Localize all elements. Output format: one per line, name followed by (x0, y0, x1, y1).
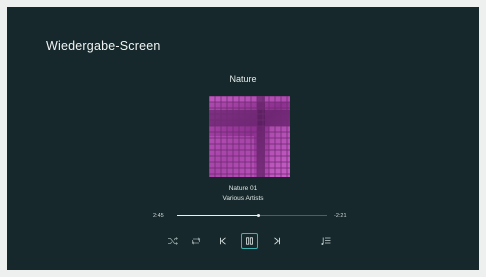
remaining-time: -2:21 (334, 213, 347, 219)
track-artist: Various Artists (222, 195, 264, 202)
queue-button[interactable] (318, 233, 334, 249)
shuffle-icon (168, 237, 178, 245)
shuffle-button[interactable] (165, 233, 181, 249)
pause-icon (246, 237, 253, 245)
play-pause-button[interactable] (241, 233, 258, 249)
repeat-button[interactable] (188, 233, 204, 249)
previous-button[interactable] (215, 233, 231, 249)
queue-icon (321, 237, 331, 245)
skip-next-icon (274, 237, 280, 245)
skip-previous-icon (220, 237, 226, 245)
progress-slider[interactable] (177, 214, 327, 217)
album-title: Nature (229, 74, 257, 84)
elapsed-time: 2:45 (153, 213, 164, 219)
page-title: Wiedergabe-Screen (46, 39, 161, 53)
player-screen: Wiedergabe-Screen Nature Nature 01 Vario… (7, 7, 479, 270)
track-title: Nature 01 (228, 185, 258, 192)
album-artwork (209, 96, 290, 177)
progress-fill (177, 215, 258, 216)
repeat-icon (191, 237, 201, 245)
next-button[interactable] (269, 233, 285, 249)
progress-thumb[interactable] (257, 214, 260, 217)
